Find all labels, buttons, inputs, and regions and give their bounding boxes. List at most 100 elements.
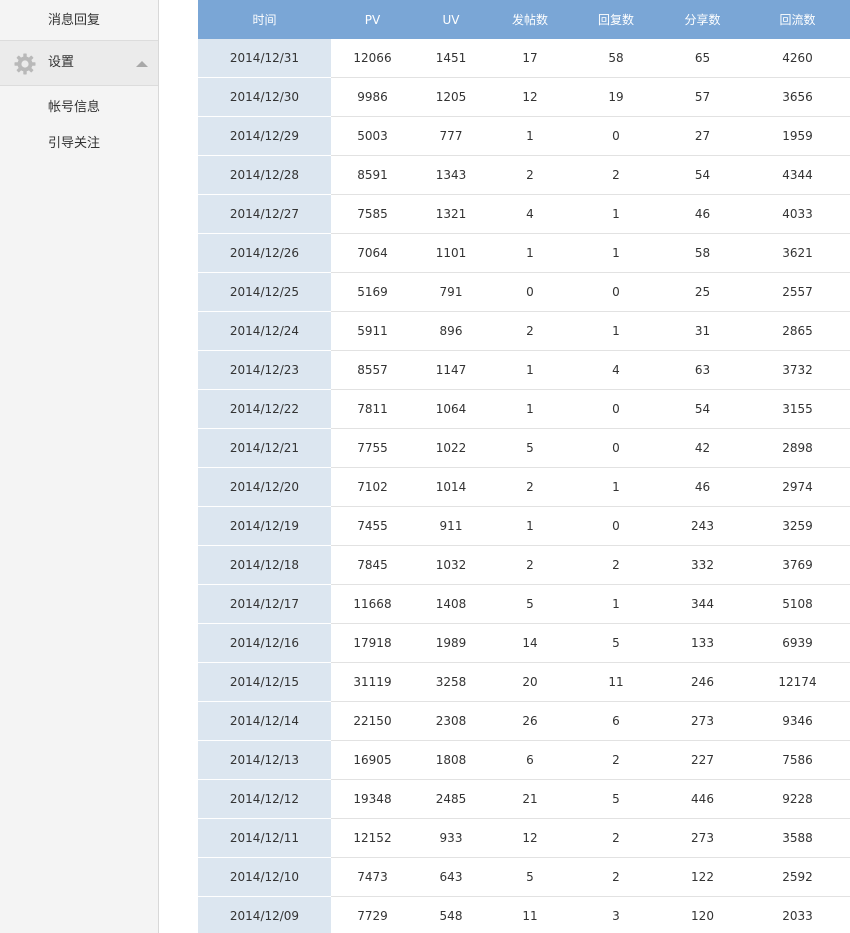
table-row: 2014/12/24 5911 896 2 1 31 2865 — [198, 311, 850, 351]
cell-pv: 5003 — [331, 116, 414, 156]
cell-replies: 6 — [572, 701, 660, 741]
cell-pv: 5911 — [331, 311, 414, 351]
cell-replies: 0 — [572, 506, 660, 546]
cell-replies: 2 — [572, 857, 660, 897]
cell-uv: 1408 — [414, 584, 488, 624]
cell-pv: 8591 — [331, 155, 414, 195]
cell-shares: 54 — [660, 389, 745, 429]
cell-pv: 12152 — [331, 818, 414, 858]
cell-uv: 1205 — [414, 77, 488, 117]
cell-pv: 31119 — [331, 662, 414, 702]
cell-shares: 273 — [660, 701, 745, 741]
cell-posts: 1 — [488, 350, 572, 390]
cell-shares: 46 — [660, 194, 745, 234]
table-row: 2014/12/31 12066 1451 17 58 65 4260 — [198, 39, 850, 78]
header-uv: UV — [414, 0, 488, 39]
cell-posts: 5 — [488, 857, 572, 897]
cell-pv: 16905 — [331, 740, 414, 780]
cell-posts: 5 — [488, 584, 572, 624]
header-replies: 回复数 — [572, 0, 660, 39]
sidebar-item-label: 帐号信息 — [48, 100, 101, 115]
cell-backflow: 7586 — [745, 740, 850, 780]
sidebar-item-message-reply[interactable]: 消息回复 — [0, 0, 158, 40]
table-row: 2014/12/18 7845 1032 2 2 332 3769 — [198, 545, 850, 585]
cell-uv: 1101 — [414, 233, 488, 273]
cell-backflow: 3732 — [745, 350, 850, 390]
cell-pv: 8557 — [331, 350, 414, 390]
cell-backflow: 4033 — [745, 194, 850, 234]
cell-shares: 58 — [660, 233, 745, 273]
cell-date: 2014/12/16 — [198, 623, 331, 663]
cell-replies: 1 — [572, 467, 660, 507]
table-row: 2014/12/16 17918 1989 14 5 133 6939 — [198, 623, 850, 663]
cell-date: 2014/12/13 — [198, 740, 331, 780]
cell-shares: 332 — [660, 545, 745, 585]
cell-shares: 25 — [660, 272, 745, 312]
header-time: 时间 — [198, 0, 331, 39]
cell-pv: 7064 — [331, 233, 414, 273]
cell-shares: 65 — [660, 39, 745, 78]
caret-up-icon[interactable] — [136, 61, 148, 67]
cell-backflow: 4260 — [745, 39, 850, 78]
cell-backflow: 3656 — [745, 77, 850, 117]
cell-date: 2014/12/18 — [198, 545, 331, 585]
table-row: 2014/12/23 8557 1147 1 4 63 3732 — [198, 350, 850, 390]
cell-shares: 63 — [660, 350, 745, 390]
cell-pv: 7455 — [331, 506, 414, 546]
table-row: 2014/12/19 7455 911 1 0 243 3259 — [198, 506, 850, 546]
cell-replies: 4 — [572, 350, 660, 390]
cell-pv: 7811 — [331, 389, 414, 429]
cell-backflow: 2974 — [745, 467, 850, 507]
cell-date: 2014/12/12 — [198, 779, 331, 819]
cell-uv: 1147 — [414, 350, 488, 390]
cell-pv: 5169 — [331, 272, 414, 312]
cell-pv: 7729 — [331, 896, 414, 933]
cell-date: 2014/12/20 — [198, 467, 331, 507]
cell-uv: 548 — [414, 896, 488, 933]
cell-posts: 12 — [488, 77, 572, 117]
cell-uv: 3258 — [414, 662, 488, 702]
cell-posts: 2 — [488, 155, 572, 195]
cell-date: 2014/12/17 — [198, 584, 331, 624]
sidebar-item-guide-follow[interactable]: 引导关注 — [0, 126, 158, 162]
cell-posts: 14 — [488, 623, 572, 663]
cell-pv: 17918 — [331, 623, 414, 663]
table-row: 2014/12/30 9986 1205 12 19 57 3656 — [198, 77, 850, 117]
cell-uv: 896 — [414, 311, 488, 351]
sidebar-item-account-info[interactable]: 帐号信息 — [0, 90, 158, 126]
cell-posts: 12 — [488, 818, 572, 858]
table-row: 2014/12/15 31119 3258 20 11 246 12174 — [198, 662, 850, 702]
cell-posts: 5 — [488, 428, 572, 468]
cell-backflow: 3769 — [745, 545, 850, 585]
table-row: 2014/12/27 7585 1321 4 1 46 4033 — [198, 194, 850, 234]
sidebar-section-settings[interactable]: 设置 — [0, 40, 158, 86]
cell-replies: 0 — [572, 428, 660, 468]
cell-shares: 227 — [660, 740, 745, 780]
cell-uv: 1032 — [414, 545, 488, 585]
cell-date: 2014/12/15 — [198, 662, 331, 702]
table-row: 2014/12/29 5003 777 1 0 27 1959 — [198, 116, 850, 156]
cell-backflow: 2592 — [745, 857, 850, 897]
table-row: 2014/12/13 16905 1808 6 2 227 7586 — [198, 740, 850, 780]
cell-uv: 1022 — [414, 428, 488, 468]
cell-pv: 22150 — [331, 701, 414, 741]
cell-uv: 2308 — [414, 701, 488, 741]
cell-date: 2014/12/24 — [198, 311, 331, 351]
cell-pv: 19348 — [331, 779, 414, 819]
cell-shares: 446 — [660, 779, 745, 819]
sidebar-item-label: 消息回复 — [48, 13, 101, 28]
cell-shares: 122 — [660, 857, 745, 897]
header-backflow: 回流数 — [745, 0, 850, 39]
cell-posts: 2 — [488, 467, 572, 507]
cell-date: 2014/12/31 — [198, 39, 331, 78]
cell-date: 2014/12/10 — [198, 857, 331, 897]
cell-uv: 1064 — [414, 389, 488, 429]
cell-date: 2014/12/30 — [198, 77, 331, 117]
table-row: 2014/12/21 7755 1022 5 0 42 2898 — [198, 428, 850, 468]
cell-pv: 11668 — [331, 584, 414, 624]
cell-pv: 9986 — [331, 77, 414, 117]
gear-icon — [14, 53, 36, 75]
cell-date: 2014/12/22 — [198, 389, 331, 429]
cell-replies: 2 — [572, 740, 660, 780]
cell-posts: 2 — [488, 545, 572, 585]
